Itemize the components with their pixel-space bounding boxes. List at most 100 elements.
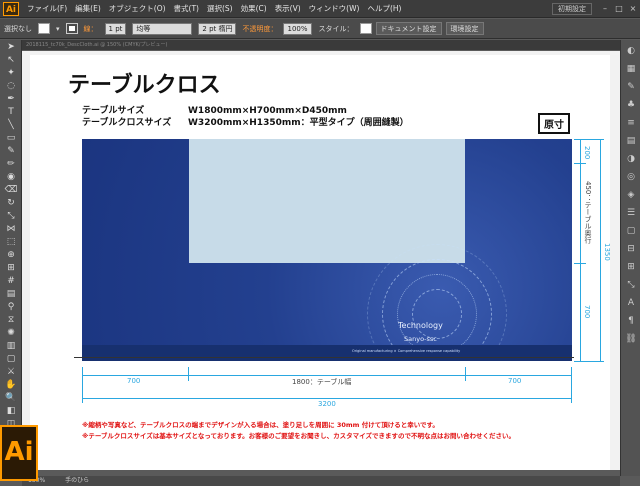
close-button[interactable]: × bbox=[626, 3, 640, 15]
variable-width-profile[interactable]: 均等 bbox=[132, 22, 193, 35]
document-setup-button[interactable]: ドキュメント設定 bbox=[375, 22, 442, 35]
vdim-tick-bottom bbox=[574, 361, 604, 362]
scale-tool-icon[interactable]: ⤡ bbox=[3, 210, 19, 222]
style-label: スタイル： bbox=[318, 24, 354, 33]
note-custom: ※テーブルクロスサイズは基本サイズとなっております。お客様のご要望をお聞きし、カ… bbox=[82, 432, 515, 440]
magic-wand-tool-icon[interactable]: ✦ bbox=[3, 67, 19, 79]
appearance-panel-icon[interactable]: ◎ bbox=[624, 170, 638, 184]
illustrator-logo: Ai bbox=[0, 425, 38, 481]
menu-help[interactable]: ヘルプ(H) bbox=[363, 3, 405, 14]
document-tab[interactable]: 2018115_tc70k_DescCloth.ai @ 150% (CMYK/… bbox=[22, 40, 620, 50]
swatches-panel-icon[interactable]: ▦ bbox=[624, 62, 638, 76]
align-panel-icon[interactable]: ⊟ bbox=[624, 242, 638, 256]
character-panel-icon[interactable]: A bbox=[624, 296, 638, 310]
stroke-panel-icon[interactable]: ≡ bbox=[624, 116, 638, 130]
menu-right: 初期設定 – □ × bbox=[552, 2, 640, 15]
tablecloth-design: Technology Sanyo-ssc Original manufactur… bbox=[82, 139, 572, 361]
canvas[interactable]: テーブルクロス テーブルサイズ W1800mm×H700mm×D450mm テーブ… bbox=[22, 51, 620, 470]
cloth-bottom-band bbox=[82, 345, 572, 361]
brushes-panel-icon[interactable]: ✎ bbox=[624, 80, 638, 94]
brush-definition[interactable]: 2 pt 楕円 bbox=[198, 22, 237, 35]
spec-cloth-size-key: テーブルクロスサイズ bbox=[82, 118, 172, 128]
gradient-panel-icon[interactable]: ▤ bbox=[624, 134, 638, 148]
transparency-panel-icon[interactable]: ◑ bbox=[624, 152, 638, 166]
symbol-sprayer-tool-icon[interactable]: ✺ bbox=[3, 327, 19, 339]
app-logo[interactable]: Ai bbox=[3, 1, 19, 16]
preferences-button[interactable]: 環境設定 bbox=[445, 22, 484, 35]
selection-tool-icon[interactable]: ➤ bbox=[3, 41, 19, 53]
pen-tool-icon[interactable]: ✒ bbox=[3, 93, 19, 105]
rotate-tool-icon[interactable]: ↻ bbox=[3, 197, 19, 209]
mesh-tool-icon[interactable]: # bbox=[3, 275, 19, 287]
vdim-top-label: 200 bbox=[583, 146, 591, 160]
blend-tool-icon[interactable]: ⧖ bbox=[3, 314, 19, 326]
stroke-label: 線： bbox=[83, 24, 98, 33]
symbols-panel-icon[interactable]: ♣ bbox=[624, 98, 638, 112]
eyedropper-tool-icon[interactable]: ⚲ bbox=[3, 301, 19, 313]
vdim-height-label: 1350 bbox=[603, 243, 611, 261]
width-tool-icon[interactable]: ⋈ bbox=[3, 223, 19, 235]
actual-size-badge: 原寸 bbox=[538, 113, 570, 134]
menu-window[interactable]: ウィンドウ(W) bbox=[305, 3, 364, 14]
gradient-tool-icon[interactable]: ▤ bbox=[3, 288, 19, 300]
free-transform-tool-icon[interactable]: ⬚ bbox=[3, 236, 19, 248]
style-swatch[interactable] bbox=[359, 23, 372, 34]
eraser-tool-icon[interactable]: ⌫ bbox=[3, 184, 19, 196]
vdim-drop-label: 700 bbox=[583, 305, 591, 319]
workspace-switcher[interactable]: 初期設定 bbox=[552, 2, 592, 15]
stroke-swatch[interactable] bbox=[65, 23, 78, 34]
graphic-styles-panel-icon[interactable]: ◈ bbox=[624, 188, 638, 202]
paragraph-panel-icon[interactable]: ¶ bbox=[624, 314, 638, 328]
maximize-button[interactable]: □ bbox=[612, 3, 626, 15]
menu-bar: Ai ファイル(F) 編集(E) オブジェクト(O) 書式(T) 選択(S) 効… bbox=[0, 0, 640, 18]
vdim-line-col2 bbox=[600, 139, 601, 361]
dim-left-label: 700 bbox=[127, 377, 141, 385]
artboard: テーブルクロス テーブルサイズ W1800mm×H700mm×D450mm テーブ… bbox=[30, 55, 611, 470]
menu-object[interactable]: オブジェクト(O) bbox=[105, 3, 170, 14]
profile-label: 均等 bbox=[136, 24, 151, 33]
type-tool-icon[interactable]: T bbox=[3, 106, 19, 118]
transform-panel-icon[interactable]: ⤡ bbox=[624, 278, 638, 292]
vdim-line-col1 bbox=[580, 139, 581, 361]
color-panel-icon[interactable]: ◐ bbox=[624, 44, 638, 58]
menu-edit[interactable]: 編集(E) bbox=[71, 3, 105, 14]
direct-selection-tool-icon[interactable]: ↖ bbox=[3, 54, 19, 66]
menu-view[interactable]: 表示(V) bbox=[271, 3, 305, 14]
dropdown-arrow-icon[interactable]: ▾ bbox=[52, 25, 64, 33]
dim-tick-2 bbox=[465, 367, 466, 381]
dim-right-label: 700 bbox=[508, 377, 522, 385]
line-tool-icon[interactable]: ╲ bbox=[3, 119, 19, 131]
menu-type[interactable]: 書式(T) bbox=[170, 3, 203, 14]
links-panel-icon[interactable]: ⛓ bbox=[624, 332, 638, 346]
minimize-button[interactable]: – bbox=[598, 3, 612, 15]
opacity-field[interactable]: 100% bbox=[283, 22, 312, 35]
dim-center-label: 1800：テーブル幅 bbox=[292, 378, 352, 386]
pencil-tool-icon[interactable]: ✏ bbox=[3, 158, 19, 170]
blob-brush-tool-icon[interactable]: ◉ bbox=[3, 171, 19, 183]
rectangle-tool-icon[interactable]: ▭ bbox=[3, 132, 19, 144]
column-graph-tool-icon[interactable]: ▥ bbox=[3, 340, 19, 352]
layers-panel-icon[interactable]: ☰ bbox=[624, 206, 638, 220]
floor-line bbox=[74, 357, 574, 358]
technology-text: Technology bbox=[398, 321, 443, 330]
zoom-tool-icon[interactable]: 🔍 bbox=[3, 392, 19, 404]
stroke-weight-field[interactable]: 1 pt bbox=[104, 22, 127, 35]
selection-status: 選択なし bbox=[4, 24, 32, 33]
opacity-label[interactable]: 不透明度： bbox=[239, 24, 280, 34]
spec-cloth-size-value: W3200mm×H1350mm：平型タイプ（周囲縫製） bbox=[188, 118, 409, 128]
menu-effect[interactable]: 効果(C) bbox=[237, 3, 271, 14]
perspective-grid-tool-icon[interactable]: ⊞ bbox=[3, 262, 19, 274]
menu-select[interactable]: 選択(S) bbox=[203, 3, 237, 14]
fill-swatch[interactable] bbox=[38, 23, 50, 34]
fill-stroke-icon[interactable]: ◧ bbox=[3, 405, 19, 417]
artboard-tool-icon[interactable]: ▢ bbox=[3, 353, 19, 365]
paintbrush-tool-icon[interactable]: ✎ bbox=[3, 145, 19, 157]
shape-builder-tool-icon[interactable]: ⊕ bbox=[3, 249, 19, 261]
artboards-panel-icon[interactable]: ▢ bbox=[624, 224, 638, 238]
slice-tool-icon[interactable]: ⚔ bbox=[3, 366, 19, 378]
pathfinder-panel-icon[interactable]: ⊞ bbox=[624, 260, 638, 274]
hand-tool-icon[interactable]: ✋ bbox=[3, 379, 19, 391]
lasso-tool-icon[interactable]: ◌ bbox=[3, 80, 19, 92]
menu-file[interactable]: ファイル(F) bbox=[23, 3, 71, 14]
dim-tick-1 bbox=[188, 367, 189, 381]
